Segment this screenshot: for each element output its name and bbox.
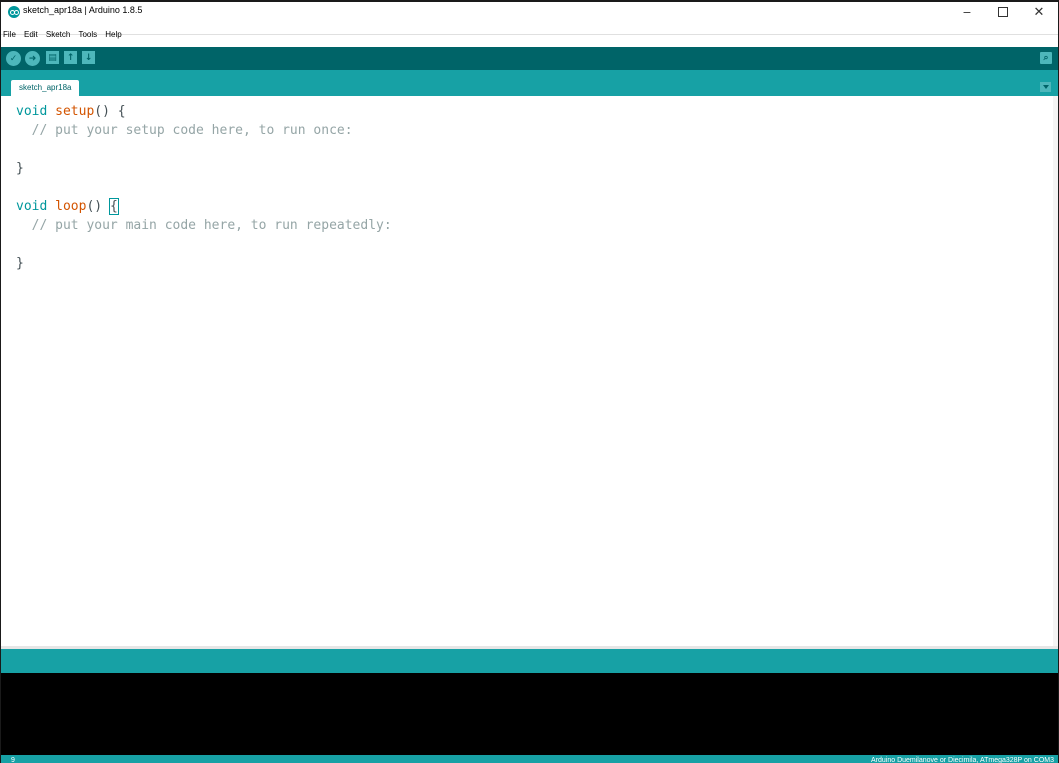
check-icon: ✓ <box>9 53 18 64</box>
window-title: sketch_apr18a | Arduino 1.8.5 <box>23 5 143 15</box>
menu-tools[interactable]: Tools <box>78 29 97 41</box>
function-name: loop <box>55 199 87 214</box>
tab-bar: sketch_apr18a <box>1 70 1058 96</box>
code-text-rest: () <box>86 199 110 214</box>
code-comment: // put your setup code here, to run once… <box>16 123 353 138</box>
message-bar <box>1 649 1058 673</box>
magnifier-icon: ⌕ <box>1043 53 1049 63</box>
menu-sketch[interactable]: Sketch <box>46 29 70 41</box>
code-line: void setup() { <box>16 102 392 121</box>
text-cursor-brace: { <box>108 198 119 215</box>
tab-menu-dropdown[interactable] <box>1040 82 1051 92</box>
status-bar: 9 Arduino Duemilanove or Diecimila, ATme… <box>1 755 1058 763</box>
serial-monitor-button[interactable]: ⌕ <box>1040 52 1052 64</box>
minimize-button[interactable]: − <box>948 2 986 22</box>
line-number: 9 <box>11 757 15 763</box>
code-line: void loop() { <box>16 197 392 216</box>
tab-sketch[interactable]: sketch_apr18a <box>11 80 80 96</box>
menu-bar: File Edit Sketch Tools Help <box>1 22 1058 39</box>
code-editor[interactable]: void setup() { // put your setup code he… <box>1 96 1055 646</box>
code-line: } <box>16 256 24 271</box>
verify-button[interactable]: ✓ <box>6 51 21 66</box>
code-comment: // put your main code here, to run repea… <box>16 218 392 233</box>
open-sketch-button[interactable]: ↑ <box>64 51 77 64</box>
function-name: setup <box>55 104 95 119</box>
keyword: void <box>16 104 56 119</box>
save-sketch-button[interactable]: ↓ <box>82 51 95 64</box>
maximize-button[interactable] <box>984 2 1022 22</box>
menu-file[interactable]: File <box>3 29 16 41</box>
editor-scrollbar[interactable] <box>1053 96 1058 646</box>
save-arrow-down-icon: ↓ <box>84 52 93 63</box>
menu-edit[interactable]: Edit <box>24 29 38 41</box>
new-sketch-button[interactable]: ▤ <box>46 51 59 64</box>
keyword: void <box>16 199 56 214</box>
code-text-rest: () { <box>94 104 126 119</box>
console-output[interactable] <box>1 673 1058 755</box>
arduino-ide-window: sketch_apr18a | Arduino 1.8.5 − ✕ File E… <box>0 0 1059 763</box>
menu-help[interactable]: Help <box>105 29 121 41</box>
close-button[interactable]: ✕ <box>1020 2 1058 22</box>
maximize-icon <box>998 7 1008 17</box>
code-line: } <box>16 161 24 176</box>
arduino-logo-icon <box>8 6 20 18</box>
board-port-info: Arduino Duemilanove or Diecimila, ATmega… <box>871 757 1054 763</box>
code-text[interactable]: void setup() { // put your setup code he… <box>16 102 392 273</box>
title-bar: sketch_apr18a | Arduino 1.8.5 − ✕ <box>1 2 1058 22</box>
new-file-icon: ▤ <box>48 52 57 63</box>
open-arrow-up-icon: ↑ <box>66 52 75 63</box>
arrow-right-icon: ➜ <box>28 53 37 64</box>
toolbar: ✓ ➜ ▤ ↑ ↓ ⌕ <box>1 47 1058 70</box>
upload-button[interactable]: ➜ <box>25 51 40 66</box>
